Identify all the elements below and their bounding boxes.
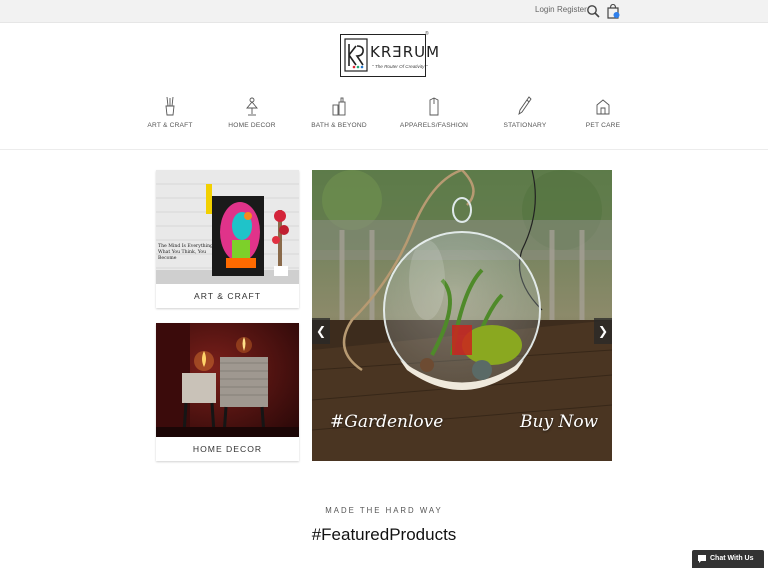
- nav-item-stationary[interactable]: STATIONARY: [485, 96, 565, 129]
- carousel-prev-button[interactable]: ❮: [312, 318, 330, 344]
- brand-logo[interactable]: KRƎRUM " The Router Of Creativity " ®: [340, 31, 439, 77]
- nav-item-pet-care[interactable]: PET CARE: [563, 96, 643, 129]
- chat-bubble-icon: [698, 555, 706, 563]
- carousel-next-button[interactable]: ❯: [594, 318, 612, 344]
- nav-item-home-decor[interactable]: HOME DECOR: [212, 96, 292, 129]
- bath-bottles-icon: [332, 97, 346, 116]
- login-link[interactable]: Login: [535, 5, 555, 14]
- featured-subheading: MADE THE HARD WAY: [325, 506, 443, 515]
- nav-item-label: STATIONARY: [503, 122, 547, 129]
- brushes-icon: [165, 96, 175, 116]
- category-nav: ART & CRAFT HOME DECOR BATH & BEYOND APP…: [0, 96, 768, 136]
- art-craft-image: The Mind Is Everything What You Think, Y…: [156, 170, 299, 284]
- search-icon[interactable]: [586, 4, 600, 18]
- chat-label: Chat With Us: [710, 555, 754, 562]
- lamp-icon: [246, 97, 258, 116]
- chat-widget-button[interactable]: Chat With Us: [692, 550, 764, 568]
- nav-item-apparels-fashion[interactable]: APPARELS/FASHION: [394, 96, 474, 129]
- art-craft-image-text: The Mind Is Everything What You Think, Y…: [158, 244, 213, 261]
- top-bar: Login Register: [0, 0, 768, 23]
- hero-buy-now-caption[interactable]: Buy Now: [520, 412, 598, 432]
- brand-monogram-icon: [344, 38, 368, 72]
- category-card-label: ART & CRAFT: [193, 291, 262, 301]
- pet-house-icon: [596, 99, 610, 115]
- nav-item-label: ART & CRAFT: [147, 122, 193, 129]
- category-card-home-decor[interactable]: HOME DECOR: [156, 323, 299, 461]
- shopping-bag-icon[interactable]: [606, 3, 620, 19]
- nav-item-label: BATH & BEYOND: [311, 122, 367, 129]
- featured-heading: #FeaturedProducts: [311, 525, 457, 544]
- trademark-symbol: ®: [425, 31, 429, 37]
- nav-item-label: HOME DECOR: [228, 122, 276, 129]
- chevron-left-icon: ❮: [315, 324, 327, 338]
- hero-hashtag-caption: #Gardenlove: [330, 412, 444, 432]
- nav-item-bath-beyond[interactable]: BATH & BEYOND: [299, 96, 379, 129]
- brand-wordmark: KRƎRUM: [370, 43, 441, 61]
- brand-tagline: " The Router Of Creativity ": [372, 64, 428, 69]
- chevron-right-icon: ❯: [597, 324, 609, 338]
- register-link[interactable]: Register: [557, 5, 587, 14]
- nav-item-label: APPARELS/FASHION: [399, 122, 469, 129]
- nav-item-label: PET CARE: [585, 122, 621, 129]
- category-card-label: HOME DECOR: [192, 444, 263, 454]
- hero-carousel[interactable]: ❮ ❯ #Gardenlove Buy Now: [312, 170, 612, 461]
- pen-icon: [518, 96, 532, 116]
- header-divider: [0, 149, 768, 150]
- category-card-art-craft[interactable]: The Mind Is Everything What You Think, Y…: [156, 170, 299, 308]
- nav-item-art-craft[interactable]: ART & CRAFT: [130, 96, 210, 129]
- home-decor-image: [156, 323, 299, 437]
- apparel-icon: [429, 97, 439, 116]
